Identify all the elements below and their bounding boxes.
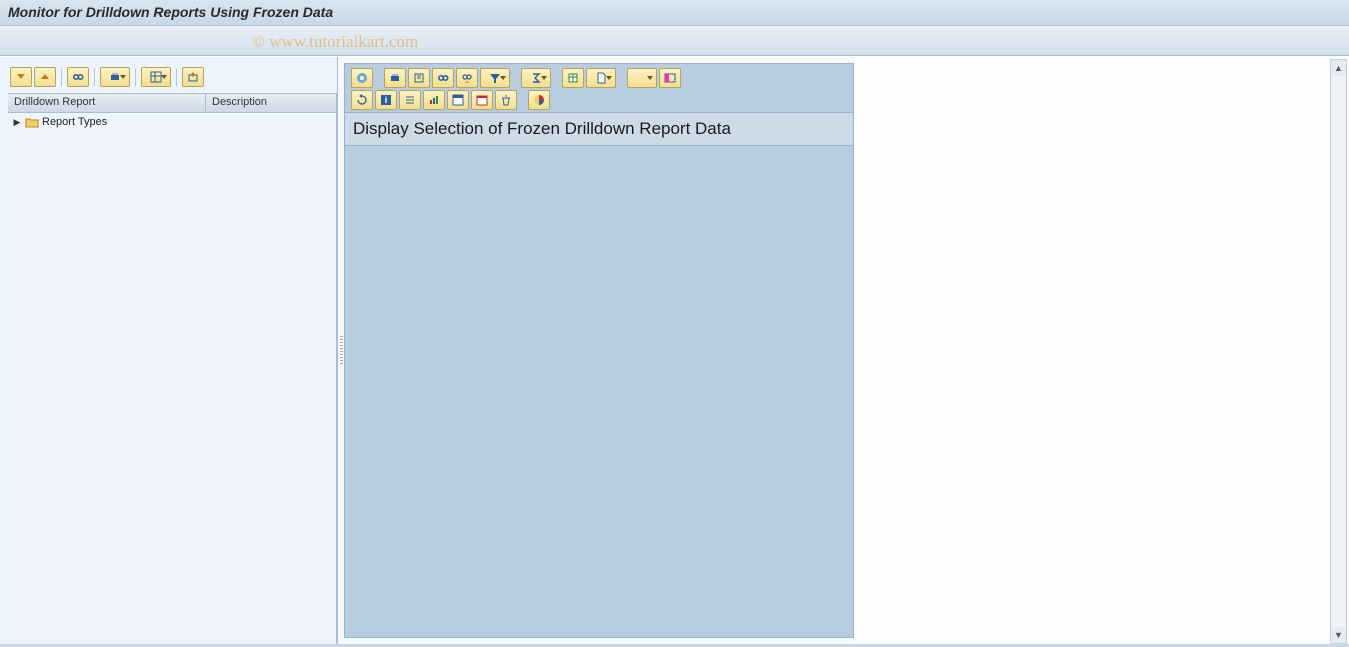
tree-header-row: Drilldown Report Description (8, 93, 337, 113)
alv-toolbar-row2: i (345, 90, 853, 112)
list-icon (404, 94, 416, 106)
toolbar-separator (522, 91, 523, 109)
tree-column-report-header[interactable]: Drilldown Report (8, 94, 206, 112)
binoculars-icon (72, 71, 84, 83)
collapse-all-button[interactable] (34, 67, 56, 87)
alv-heading-text: Display Selection of Frozen Drilldown Re… (353, 119, 731, 139)
calendar-icon (476, 94, 488, 106)
scroll-down-icon[interactable]: ▼ (1331, 627, 1346, 643)
content-area: Drilldown Report Description ▶ Report Ty… (0, 56, 1349, 644)
alv-body[interactable] (345, 146, 853, 637)
print-icon (389, 72, 401, 84)
toolbar-separator (515, 69, 516, 87)
toolbar-separator (556, 69, 557, 87)
file-icon (595, 72, 607, 84)
layout-select-icon (664, 72, 676, 84)
alv-panel: i Display Selection of Frozen D (344, 63, 854, 638)
toolbar-separator (621, 69, 622, 87)
tree-toolbar (8, 65, 337, 93)
find-next-button[interactable] (456, 68, 478, 88)
application-toolbar (0, 26, 1349, 56)
find-button[interactable] (67, 67, 89, 87)
scroll-up-icon[interactable]: ▲ (1331, 60, 1346, 76)
toolbar-separator (94, 68, 95, 86)
list-button[interactable] (399, 90, 421, 110)
folder-icon (25, 116, 39, 128)
toolbar-separator (61, 68, 62, 86)
graphic-button[interactable] (447, 90, 469, 110)
details-button[interactable] (351, 68, 373, 88)
binoculars-next-icon (461, 72, 473, 84)
window-icon (452, 94, 464, 106)
tree-root-label: Report Types (42, 116, 107, 128)
toolbar-separator (135, 68, 136, 86)
blank-area (854, 57, 1349, 644)
spreadsheet-icon (567, 72, 579, 84)
refresh-icon (356, 94, 368, 106)
bar-chart-icon (428, 94, 440, 106)
layout-menu-button[interactable] (141, 67, 171, 87)
sum-menu-button[interactable] (521, 68, 551, 88)
collapse-up-icon (39, 71, 51, 83)
info-icon: i (380, 94, 392, 106)
toolbar-separator (378, 69, 379, 87)
local-file-menu-button[interactable] (586, 68, 616, 88)
tree-body[interactable]: ▶ Report Types (8, 113, 337, 644)
expand-toggle-icon[interactable]: ▶ (12, 117, 22, 128)
export-button[interactable] (182, 67, 204, 87)
abc-button[interactable] (423, 90, 445, 110)
print-button[interactable] (384, 68, 406, 88)
delete-button[interactable] (495, 90, 517, 110)
tree-column-description-header[interactable]: Description (206, 94, 337, 112)
expand-down-icon (15, 71, 27, 83)
print-preview-icon (413, 72, 425, 84)
vertical-scrollbar[interactable]: ▲ ▼ (1330, 59, 1347, 644)
vertical-splitter[interactable] (338, 57, 344, 644)
toolbar-separator (176, 68, 177, 86)
print-menu-button[interactable] (100, 67, 130, 87)
export-xls-button[interactable] (562, 68, 584, 88)
filter-icon (489, 72, 501, 84)
expand-all-button[interactable] (10, 67, 32, 87)
svg-text:i: i (385, 95, 388, 105)
grid-icon (150, 71, 162, 83)
info-button[interactable]: i (375, 90, 397, 110)
sigma-icon (530, 72, 542, 84)
print-icon (109, 71, 121, 83)
export-icon (187, 71, 199, 83)
refresh-button[interactable] (351, 90, 373, 110)
window-title: Monitor for Drilldown Reports Using Froz… (8, 4, 333, 20)
binoculars-icon (437, 72, 449, 84)
tree-root-row[interactable]: ▶ Report Types (8, 113, 336, 131)
alv-heading: Display Selection of Frozen Drilldown Re… (345, 112, 853, 146)
window-title-bar: Monitor for Drilldown Reports Using Froz… (0, 0, 1349, 26)
calendar-button[interactable] (471, 90, 493, 110)
tree-panel: Drilldown Report Description ▶ Report Ty… (0, 57, 338, 644)
select-layout-button[interactable] (659, 68, 681, 88)
details-icon (356, 72, 368, 84)
print-preview-button[interactable] (408, 68, 430, 88)
alv-toolbar-row1 (345, 64, 853, 90)
trash-icon (500, 94, 512, 106)
chart-color-button[interactable] (528, 90, 550, 110)
filter-menu-button[interactable] (480, 68, 510, 88)
mail-menu-button[interactable] (627, 68, 657, 88)
find-button-alv[interactable] (432, 68, 454, 88)
pie-icon (533, 94, 545, 106)
